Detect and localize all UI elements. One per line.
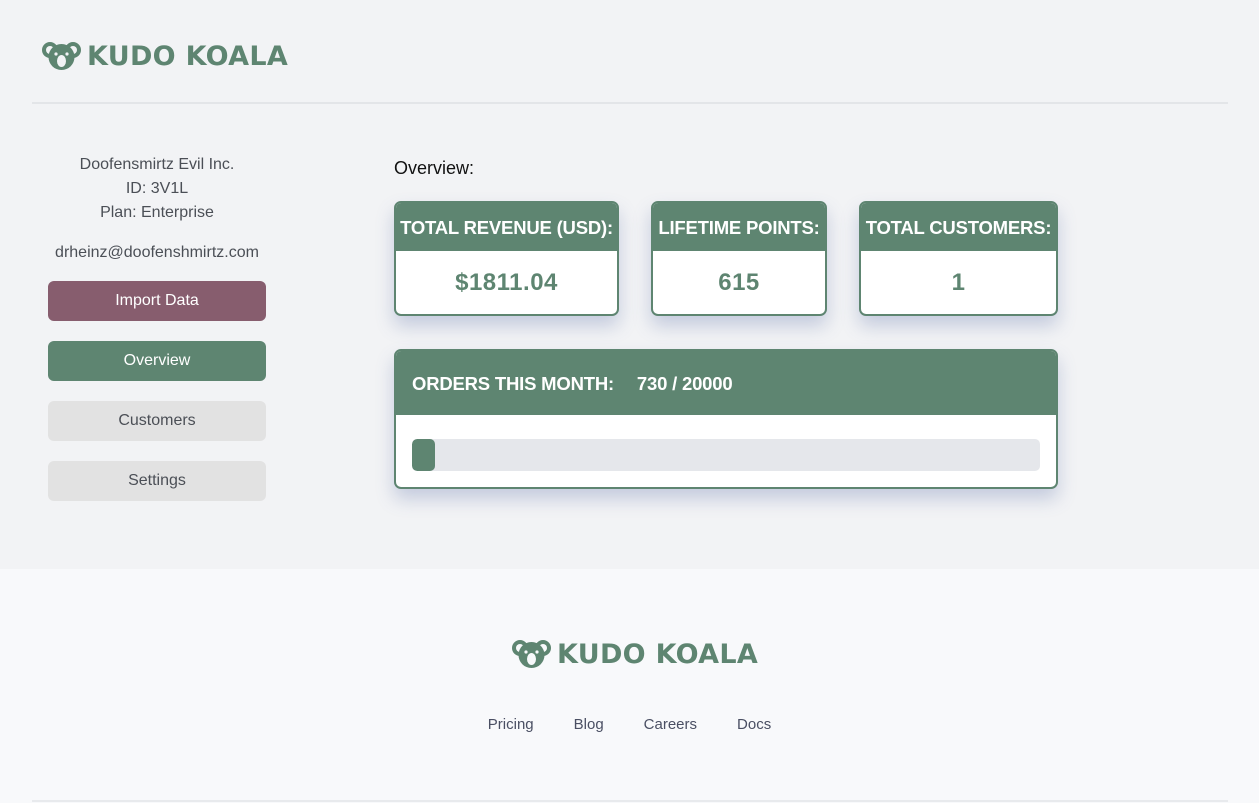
card-label: LIFETIME POINTS: [653, 203, 825, 251]
header: KUDO KOALA [0, 0, 1259, 104]
orders-label: ORDERS THIS MONTH: [412, 373, 614, 394]
account-id: ID: 3V1L [125, 180, 189, 197]
header-divider [32, 102, 1228, 104]
page-title: Overview: [394, 158, 475, 178]
card-label: TOTAL REVENUE (USD): [396, 203, 617, 251]
footer-link-blog[interactable]: Blog [574, 716, 604, 733]
koala-icon [512, 638, 551, 670]
footer: KUDO KOALA Pricing Blog Careers Docs [0, 569, 1259, 803]
footer-link-careers[interactable]: Careers [644, 716, 697, 733]
card-value: 1 [951, 269, 966, 296]
points-card: LIFETIME POINTS: 615 [651, 201, 827, 316]
account-email: drheinz@doofenshmirtz.com [55, 244, 259, 261]
orders-header: ORDERS THIS MONTH: 730 / 20000 [396, 351, 1056, 415]
account-plan: Plan: Enterprise [100, 204, 214, 221]
nav-settings-button[interactable]: Settings [48, 461, 266, 501]
customers-card: TOTAL CUSTOMERS: 1 [859, 201, 1058, 316]
footer-nav: Pricing Blog Careers Docs [0, 716, 1259, 733]
orders-progress-track [412, 439, 1040, 471]
footer-divider [32, 800, 1228, 802]
orders-value: 730 / 20000 [636, 373, 733, 394]
sidebar: Doofensmirtz Evil Inc. ID: 3V1L Plan: En… [48, 153, 266, 501]
footer-link-docs[interactable]: Docs [737, 716, 771, 733]
footer-link-pricing[interactable]: Pricing [488, 716, 534, 733]
footer-brand-name: KUDO KOALA [557, 638, 759, 670]
orders-card: ORDERS THIS MONTH: 730 / 20000 [394, 349, 1058, 489]
card-label: TOTAL CUSTOMERS: [861, 203, 1056, 251]
nav-customers-button[interactable]: Customers [48, 401, 266, 441]
revenue-card: TOTAL REVENUE (USD): $1811.04 [394, 201, 619, 316]
card-value: 615 [718, 269, 760, 296]
company-name: Doofensmirtz Evil Inc. [79, 156, 235, 173]
footer-brand-logo[interactable]: KUDO KOALA [512, 638, 758, 670]
import-data-button[interactable]: Import Data [48, 281, 266, 321]
koala-icon [42, 40, 81, 72]
card-value: $1811.04 [455, 269, 558, 296]
brand-logo[interactable]: KUDO KOALA [42, 40, 288, 72]
nav-overview-button[interactable]: Overview [48, 341, 266, 381]
brand-name: KUDO KOALA [87, 40, 289, 72]
orders-progress-fill [412, 439, 435, 471]
